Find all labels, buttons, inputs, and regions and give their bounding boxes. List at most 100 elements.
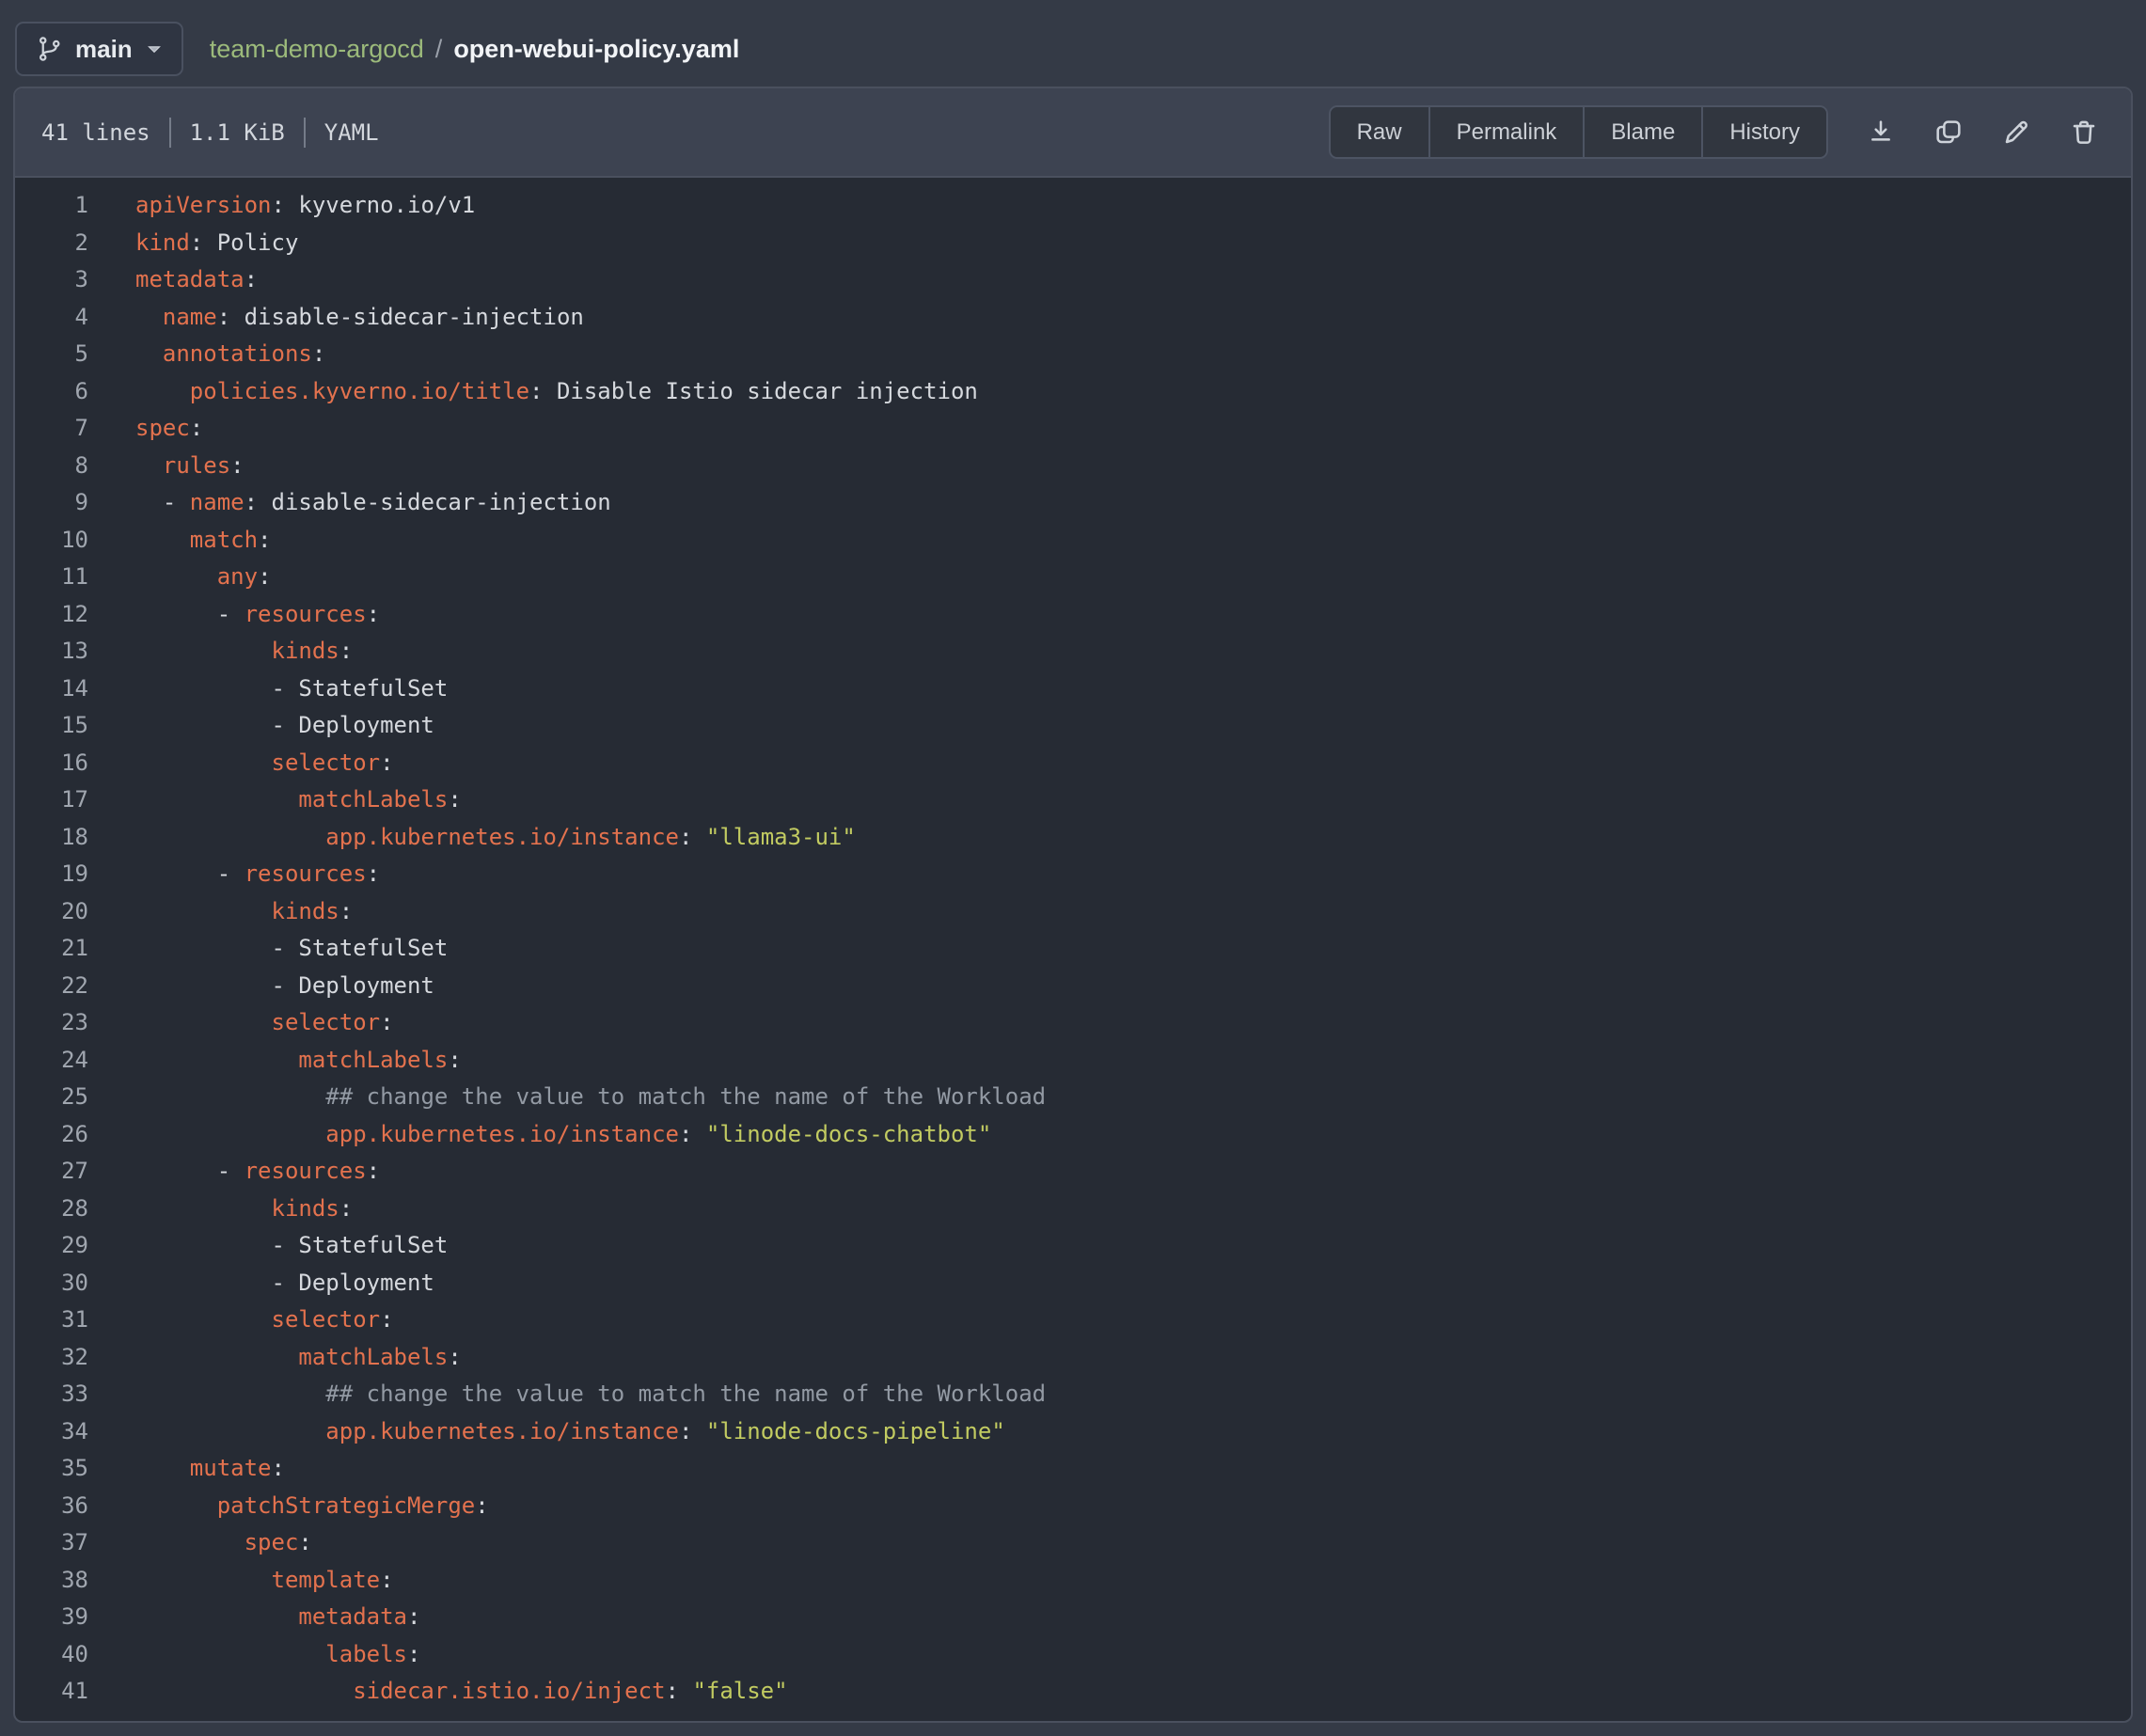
line-content: - StatefulSet (88, 671, 448, 708)
line-number[interactable]: 30 (15, 1265, 88, 1302)
line-number[interactable]: 7 (15, 410, 88, 448)
line-number[interactable]: 36 (15, 1488, 88, 1525)
line-content: policies.kyverno.io/title: Disable Istio… (88, 373, 978, 411)
line-number[interactable]: 33 (15, 1376, 88, 1413)
download-button[interactable] (1866, 118, 1896, 148)
line-content: - resources: (88, 1153, 380, 1191)
line-number[interactable]: 23 (15, 1004, 88, 1042)
line-content: - StatefulSet (88, 930, 448, 968)
file-language: YAML (324, 119, 379, 146)
line-number[interactable]: 4 (15, 299, 88, 337)
line-number[interactable]: 35 (15, 1450, 88, 1488)
line-content: name: disable-sidecar-injection (88, 299, 584, 337)
branch-selector-button[interactable]: main (15, 22, 183, 76)
code-line: 22 - Deployment (15, 968, 2131, 1005)
line-number[interactable]: 25 (15, 1079, 88, 1116)
line-content: - Deployment (88, 1265, 434, 1302)
line-content: labels: (88, 1636, 420, 1674)
line-content: sidecar.istio.io/inject: "false" (88, 1673, 788, 1711)
pencil-icon (2001, 118, 2031, 148)
line-number[interactable]: 29 (15, 1227, 88, 1265)
line-number[interactable]: 40 (15, 1636, 88, 1674)
line-content: spec: (88, 410, 203, 448)
code-line: 35 mutate: (15, 1450, 2131, 1488)
edit-button[interactable] (2001, 118, 2031, 148)
line-number[interactable]: 6 (15, 373, 88, 411)
download-icon (1866, 118, 1896, 148)
line-content: - StatefulSet (88, 1227, 448, 1265)
line-number[interactable]: 22 (15, 968, 88, 1005)
line-number[interactable]: 21 (15, 930, 88, 968)
code-line: 13 kinds: (15, 633, 2131, 671)
code-line: 1 apiVersion: kyverno.io/v1 (15, 187, 2131, 225)
code-line: 28 kinds: (15, 1191, 2131, 1228)
line-number[interactable]: 12 (15, 596, 88, 634)
line-number[interactable]: 26 (15, 1116, 88, 1154)
line-number[interactable]: 32 (15, 1339, 88, 1377)
code-line: 36 patchStrategicMerge: (15, 1488, 2131, 1525)
line-content: annotations: (88, 336, 325, 373)
line-number[interactable]: 9 (15, 484, 88, 522)
line-content: - resources: (88, 596, 380, 634)
breadcrumb-repo-link[interactable]: team-demo-argocd (210, 35, 424, 64)
breadcrumb: team-demo-argocd / open-webui-policy.yam… (210, 35, 740, 64)
line-number[interactable]: 20 (15, 893, 88, 931)
line-content: kinds: (88, 1191, 353, 1228)
code-line: 21 - StatefulSet (15, 930, 2131, 968)
line-number[interactable]: 38 (15, 1562, 88, 1600)
line-number[interactable]: 10 (15, 522, 88, 560)
line-content: selector: (88, 1004, 394, 1042)
line-content: patchStrategicMerge: (88, 1488, 489, 1525)
history-button[interactable]: History (1701, 107, 1826, 157)
line-number[interactable]: 11 (15, 559, 88, 596)
line-number[interactable]: 2 (15, 225, 88, 262)
top-bar: main team-demo-argocd / open-webui-polic… (0, 0, 2146, 87)
line-number[interactable]: 18 (15, 819, 88, 857)
line-content: metadata: (88, 1599, 420, 1636)
code-line: 27 - resources: (15, 1153, 2131, 1191)
file-size: 1.1 KiB (190, 119, 285, 146)
line-number[interactable]: 28 (15, 1191, 88, 1228)
code-line: 23 selector: (15, 1004, 2131, 1042)
permalink-button[interactable]: Permalink (1428, 107, 1584, 157)
meta-divider (304, 118, 306, 148)
line-number[interactable]: 39 (15, 1599, 88, 1636)
line-content: metadata: (88, 261, 258, 299)
line-number[interactable]: 5 (15, 336, 88, 373)
line-number[interactable]: 16 (15, 745, 88, 782)
breadcrumb-file-name: open-webui-policy.yaml (453, 35, 739, 64)
code-line: 19 - resources: (15, 856, 2131, 893)
line-number[interactable]: 13 (15, 633, 88, 671)
line-number[interactable]: 37 (15, 1524, 88, 1562)
line-number[interactable]: 17 (15, 781, 88, 819)
code-line: 17 matchLabels: (15, 781, 2131, 819)
line-content: app.kubernetes.io/instance: "linode-docs… (88, 1413, 1005, 1451)
line-content: - Deployment (88, 707, 434, 745)
copy-button[interactable] (1933, 118, 1964, 148)
code-line: 33 ## change the value to match the name… (15, 1376, 2131, 1413)
blame-button[interactable]: Blame (1583, 107, 1701, 157)
raw-button[interactable]: Raw (1331, 107, 1428, 157)
line-number[interactable]: 1 (15, 187, 88, 225)
line-number[interactable]: 14 (15, 671, 88, 708)
delete-button[interactable] (2069, 118, 2099, 148)
code-line: 12 - resources: (15, 596, 2131, 634)
line-number[interactable]: 41 (15, 1673, 88, 1711)
line-number[interactable]: 31 (15, 1302, 88, 1339)
chevron-down-icon (146, 40, 163, 57)
line-number[interactable]: 8 (15, 448, 88, 485)
line-content: rules: (88, 448, 245, 485)
line-content: - name: disable-sidecar-injection (88, 484, 611, 522)
line-number[interactable]: 19 (15, 856, 88, 893)
code-line: 41 sidecar.istio.io/inject: "false" (15, 1673, 2131, 1711)
line-number[interactable]: 3 (15, 261, 88, 299)
line-number[interactable]: 24 (15, 1042, 88, 1080)
line-number[interactable]: 27 (15, 1153, 88, 1191)
line-number[interactable]: 34 (15, 1413, 88, 1451)
line-content: match: (88, 522, 272, 560)
meta-divider (169, 118, 171, 148)
file-action-button-group: Raw Permalink Blame History (1329, 105, 1828, 159)
copy-icon (1933, 118, 1964, 148)
line-number[interactable]: 15 (15, 707, 88, 745)
line-content: - resources: (88, 856, 380, 893)
